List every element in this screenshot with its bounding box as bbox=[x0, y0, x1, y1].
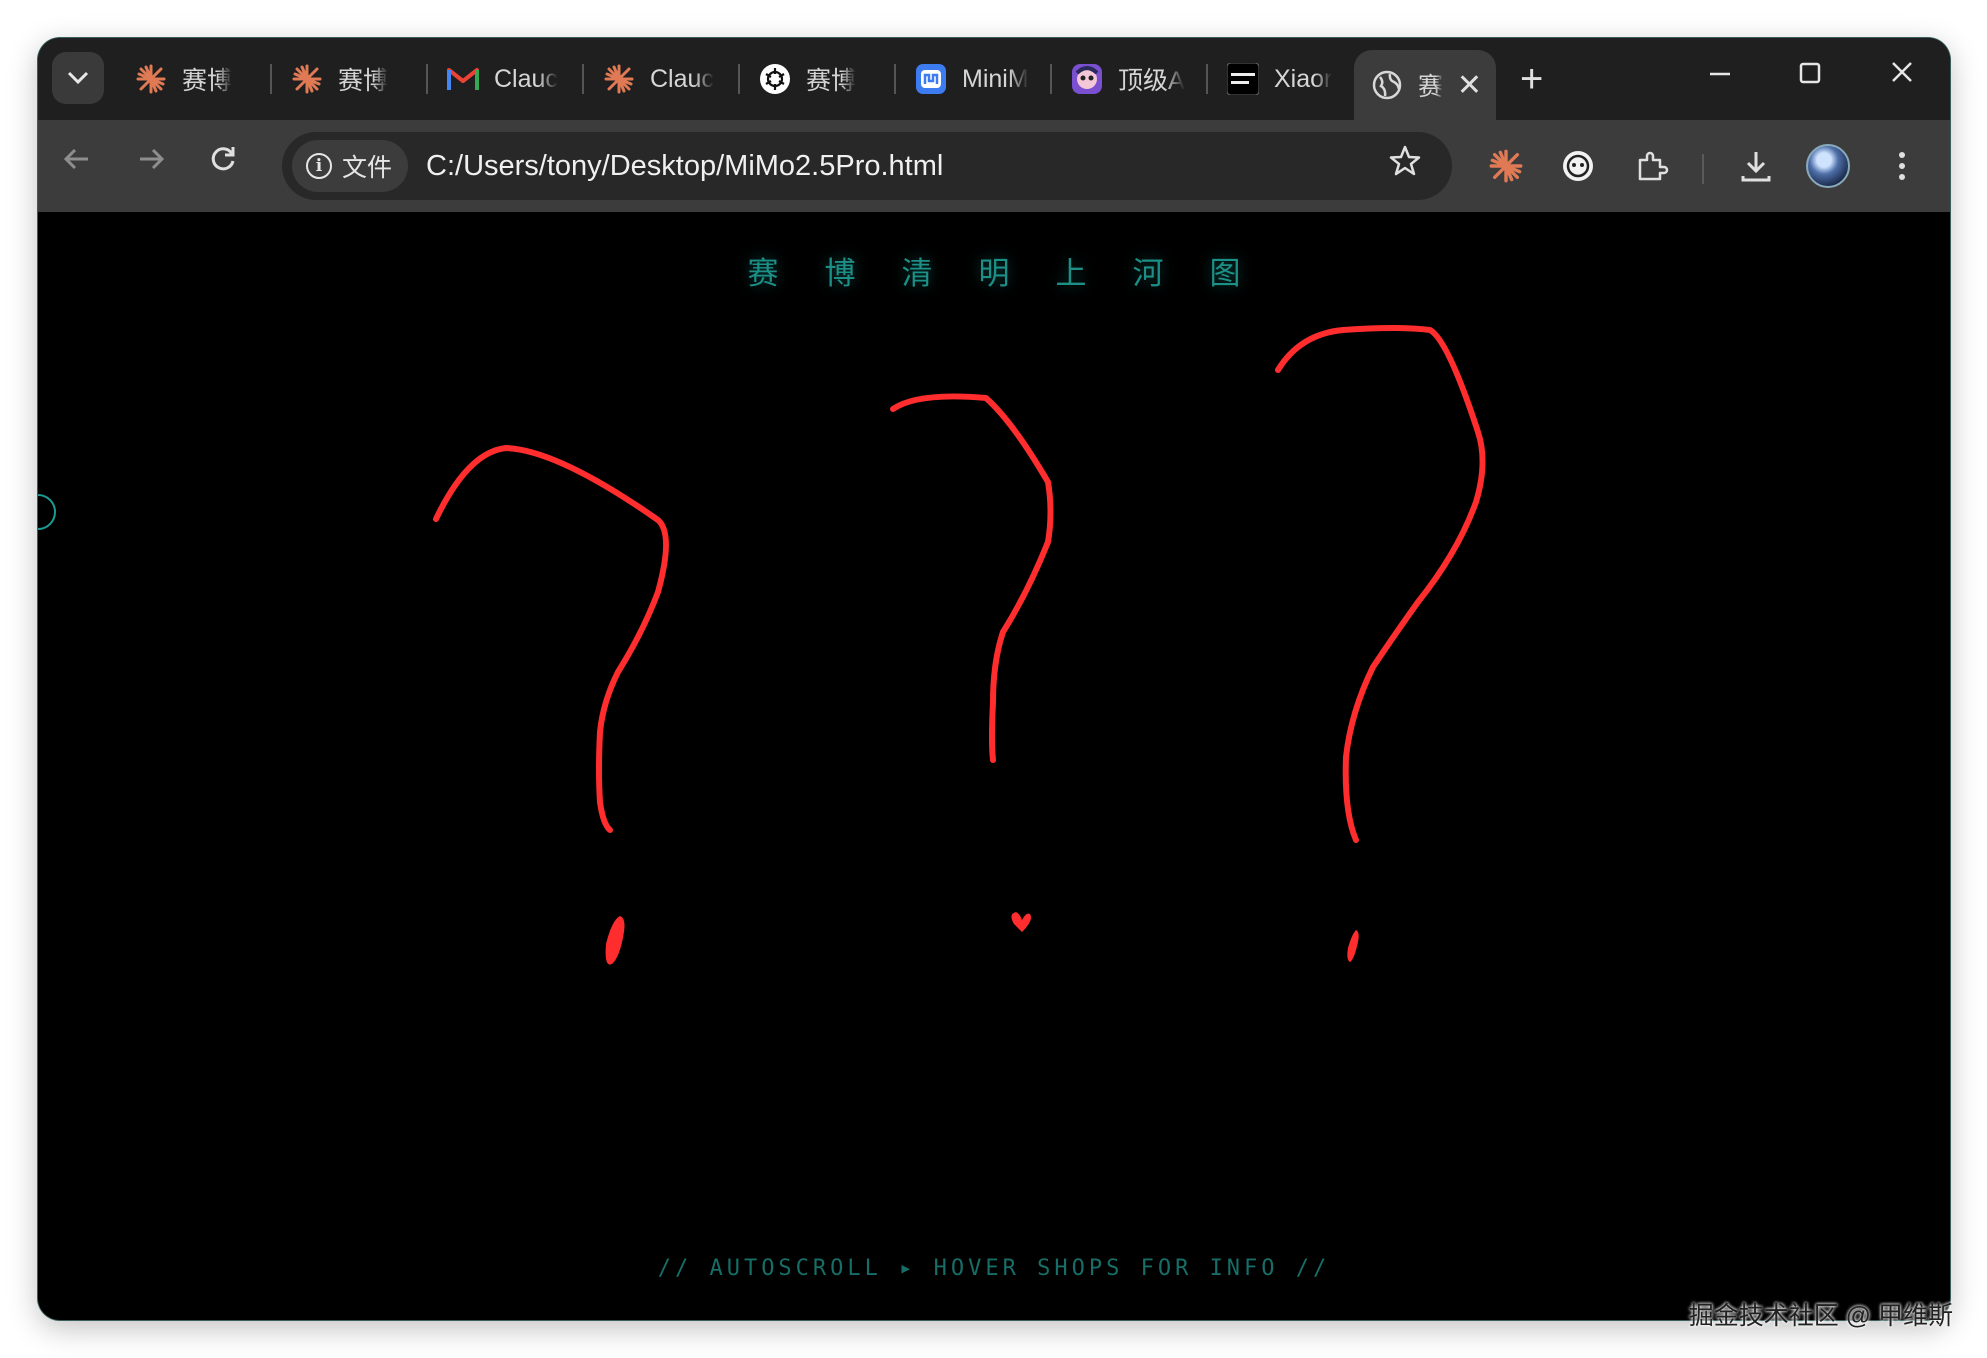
minimize-button[interactable] bbox=[1708, 58, 1732, 96]
xiaomi-mimo-icon bbox=[1226, 62, 1260, 96]
question-mark-3 bbox=[1275, 325, 1486, 843]
url-text[interactable]: C:/Users/tony/Desktop/MiMo2.5Pro.html bbox=[426, 150, 943, 183]
tab-strip: 赛博 赛博 Clauc Clauc 赛博 MiniM 顶级A Xiaor 赛 ✕… bbox=[38, 38, 1950, 120]
question-mark-2 bbox=[890, 393, 1054, 763]
browser-toolbar: i 文件 C:/Users/tony/Desktop/MiMo2.5Pro.ht… bbox=[38, 120, 1950, 212]
tab-label: MiniM bbox=[962, 64, 1029, 93]
tab-label: Clauc bbox=[650, 64, 714, 93]
tab-label: 赛博 bbox=[338, 67, 389, 95]
page-viewport[interactable]: 赛博清明上河图 // AUTOSCROLL ▸ HOVER SHOPS FOR … bbox=[38, 212, 1950, 1320]
tab-divider bbox=[894, 64, 896, 94]
extension-bot-icon[interactable] bbox=[1556, 144, 1600, 188]
question-dot-2 bbox=[1011, 912, 1031, 932]
arrow-left-icon bbox=[63, 148, 88, 170]
new-tab-button[interactable]: + bbox=[1520, 54, 1543, 104]
tab-active[interactable]: 赛 ✕ bbox=[1354, 50, 1496, 120]
more-menu-icon[interactable] bbox=[1880, 144, 1924, 188]
tab-label: 赛博 bbox=[806, 67, 857, 95]
question-dot-3 bbox=[1347, 930, 1359, 962]
tab-label: Xiaor bbox=[1274, 64, 1333, 93]
avatar-app-icon bbox=[1070, 62, 1104, 96]
reload-icon bbox=[211, 147, 235, 171]
tab-divider bbox=[426, 64, 428, 94]
reload-button[interactable] bbox=[206, 142, 240, 185]
gmail-icon bbox=[446, 62, 480, 96]
close-icon[interactable]: ✕ bbox=[1457, 68, 1482, 103]
site-info-label: 文件 bbox=[342, 154, 393, 182]
tab[interactable]: 顶级A bbox=[1054, 54, 1204, 104]
minimax-icon bbox=[914, 62, 948, 96]
tab[interactable]: Xiaor bbox=[1210, 54, 1360, 104]
openai-icon bbox=[758, 62, 792, 96]
watermark-text: 掘金技术社区 @ 甲维斯 bbox=[1688, 1302, 1953, 1330]
tab-divider bbox=[738, 64, 740, 94]
red-annotation-layer bbox=[433, 325, 1486, 965]
tab-search-button[interactable] bbox=[52, 52, 104, 104]
footer-hint: // AUTOSCROLL ▸ HOVER SHOPS FOR INFO // bbox=[657, 1256, 1331, 1281]
claude-sparkle-icon bbox=[290, 62, 324, 96]
tab-label: 顶级A bbox=[1118, 67, 1185, 95]
tab[interactable]: 赛博 bbox=[274, 54, 424, 104]
claude-sparkle-icon bbox=[602, 62, 636, 96]
tab-divider bbox=[1206, 64, 1208, 94]
tab[interactable]: Clauc bbox=[586, 54, 736, 104]
bookmark-star-icon[interactable] bbox=[1388, 144, 1422, 187]
tab[interactable]: Clauc bbox=[430, 54, 580, 104]
site-info-chip[interactable]: i 文件 bbox=[292, 140, 409, 192]
tab-label: Clauc bbox=[494, 64, 558, 93]
claude-sparkle-icon bbox=[134, 62, 168, 96]
chevron-down-icon bbox=[67, 71, 89, 85]
profile-avatar[interactable] bbox=[1806, 144, 1850, 188]
question-mark-1 bbox=[433, 445, 669, 833]
maximize-button[interactable] bbox=[1798, 58, 1822, 96]
question-dot-1 bbox=[605, 916, 625, 965]
address-bar[interactable]: i 文件 C:/Users/tony/Desktop/MiMo2.5Pro.ht… bbox=[282, 132, 1452, 200]
window-close-button[interactable] bbox=[1890, 58, 1914, 96]
tab-divider bbox=[582, 64, 584, 94]
tab-label: 赛博 bbox=[182, 67, 233, 95]
tab[interactable]: MiniM bbox=[898, 54, 1048, 104]
claude-extension-icon[interactable] bbox=[1484, 144, 1528, 188]
extensions-puzzle-icon[interactable] bbox=[1630, 144, 1674, 188]
tab-divider bbox=[270, 64, 272, 94]
browser-window: 赛博 赛博 Clauc Clauc 赛博 MiniM 顶级A Xiaor 赛 ✕… bbox=[38, 38, 1950, 1320]
download-icon[interactable] bbox=[1734, 144, 1778, 188]
arrow-right-icon bbox=[140, 148, 165, 170]
toolbar-divider bbox=[1702, 154, 1704, 184]
forward-button[interactable] bbox=[134, 142, 168, 185]
back-button[interactable] bbox=[60, 142, 94, 185]
tab[interactable]: 赛博 bbox=[742, 54, 892, 104]
tab[interactable]: 赛博 bbox=[118, 54, 268, 104]
globe-icon bbox=[1370, 68, 1404, 102]
tab-label: 赛 bbox=[1418, 73, 1444, 101]
tab-divider bbox=[1050, 64, 1052, 94]
info-icon: i bbox=[306, 153, 332, 179]
